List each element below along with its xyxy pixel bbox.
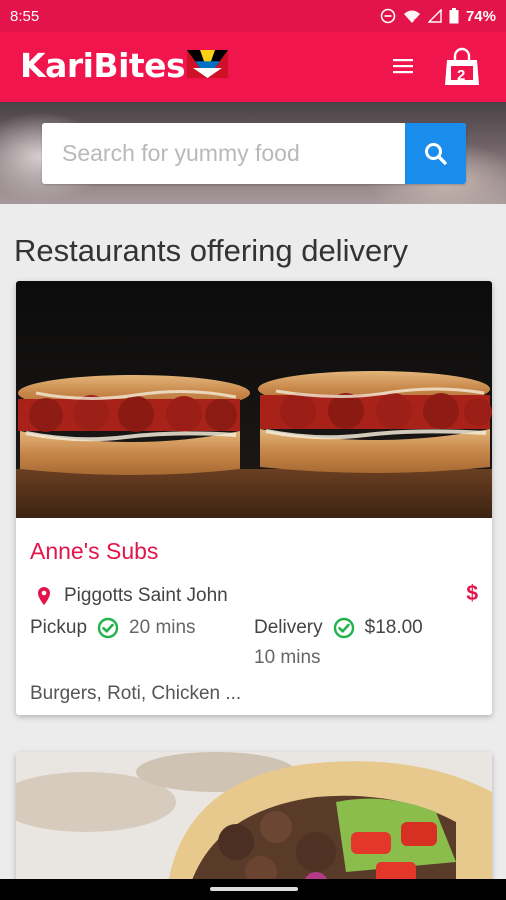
svg-text:x: x xyxy=(414,18,418,24)
app-bar: KariBites 2 xyxy=(0,32,506,102)
status-icons: x 74% xyxy=(380,8,496,25)
cuisine-list: Burgers, Roti, Chicken ... xyxy=(30,683,242,704)
check-circle-icon xyxy=(97,617,119,639)
price-level: $ xyxy=(466,582,478,605)
pickup-info: Pickup 20 mins xyxy=(30,617,196,639)
cart-button[interactable]: 2 xyxy=(442,46,482,88)
restaurant-details: Anne's Subs Piggotts Saint John $ Pickup… xyxy=(16,518,492,715)
delivery-info: Delivery $18.00 10 mins xyxy=(254,617,423,669)
restaurant-card[interactable] xyxy=(16,752,492,900)
restaurant-name[interactable]: Anne's Subs xyxy=(30,538,158,565)
search-button[interactable] xyxy=(405,123,466,184)
restaurant-image xyxy=(16,281,492,518)
restaurant-location: Piggotts Saint John xyxy=(30,585,228,607)
restaurant-image xyxy=(16,752,492,900)
dnd-icon xyxy=(380,8,396,24)
brand-logo[interactable]: KariBites xyxy=(20,46,186,85)
battery-icon xyxy=(449,8,459,24)
search-icon xyxy=(424,142,447,165)
section-title: Restaurants offering delivery xyxy=(14,233,409,268)
pickup-time: 20 mins xyxy=(129,617,196,638)
location-text: Piggotts Saint John xyxy=(64,585,228,606)
flag-icon xyxy=(187,50,228,78)
pickup-label: Pickup xyxy=(30,617,88,638)
restaurant-card[interactable]: Anne's Subs Piggotts Saint John $ Pickup… xyxy=(16,281,492,715)
check-circle-icon xyxy=(333,617,354,639)
search-bar xyxy=(42,123,466,184)
wifi-icon: x xyxy=(403,10,420,24)
delivery-time: 10 mins xyxy=(254,647,321,668)
delivery-fee: $18.00 xyxy=(364,617,423,638)
delivery-label: Delivery xyxy=(254,617,323,638)
menu-icon[interactable] xyxy=(388,52,418,80)
home-gesture-handle[interactable] xyxy=(210,887,298,891)
location-pin-icon xyxy=(38,587,50,605)
search-input[interactable] xyxy=(42,123,405,184)
signal-icon xyxy=(427,9,442,23)
status-time: 8:55 xyxy=(10,7,40,25)
cart-count: 2 xyxy=(457,67,466,84)
battery-percent: 74% xyxy=(465,7,496,25)
system-nav-bar xyxy=(0,879,506,900)
status-bar: 8:55 x 74% xyxy=(0,0,506,32)
